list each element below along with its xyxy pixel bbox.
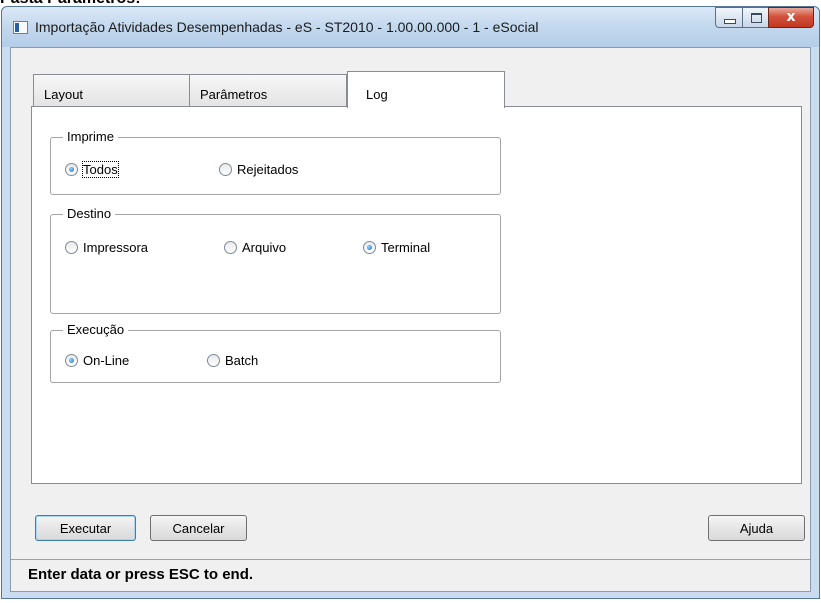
window-title: Importação Atividades Desempenhadas - eS… [35, 19, 539, 35]
dialog-window: Importação Atividades Desempenhadas - eS… [1, 6, 820, 599]
tab-log[interactable]: Log [347, 71, 505, 108]
status-message: Enter data or press ESC to end. [28, 566, 254, 583]
radio-selected-icon [65, 163, 78, 176]
radio-unselected-icon [224, 241, 237, 254]
radio-selected-icon [363, 241, 376, 254]
execucao-group-label: Execução [63, 322, 129, 337]
radio-terminal[interactable]: Terminal [363, 240, 430, 255]
radio-todos[interactable]: Todos [65, 161, 119, 178]
radio-impressora[interactable]: Impressora [65, 240, 148, 255]
radio-batch[interactable]: Batch [207, 353, 258, 368]
radio-online[interactable]: On-Line [65, 353, 129, 368]
execucao-group: Execução On-Line Batch [50, 322, 501, 383]
radio-unselected-icon [207, 354, 220, 367]
dialog-client-area: Layout Parâmetros Log Imprime Todos Reje… [10, 47, 811, 592]
close-button[interactable]: x [768, 7, 814, 28]
radio-rejeitados[interactable]: Rejeitados [219, 162, 298, 177]
destino-group: Destino Impressora Arquivo Terminal [50, 206, 501, 314]
radio-arquivo-label: Arquivo [242, 240, 287, 255]
ajuda-button[interactable]: Ajuda [708, 515, 805, 541]
imprime-group: Imprime Todos Rejeitados [50, 129, 501, 195]
minimize-button[interactable] [715, 7, 742, 28]
imprime-group-label: Imprime [63, 129, 118, 144]
radio-todos-label: Todos [82, 161, 119, 178]
minimize-icon [724, 19, 736, 24]
radio-selected-icon [65, 354, 78, 367]
window-controls: x [715, 7, 814, 29]
radio-batch-label: Batch [225, 353, 259, 368]
cancelar-button[interactable]: Cancelar [150, 515, 247, 541]
executar-button[interactable]: Executar [35, 515, 136, 541]
maximize-button[interactable] [742, 7, 768, 28]
radio-terminal-label: Terminal [381, 240, 431, 255]
maximize-icon [751, 13, 762, 23]
title-bar[interactable]: Importação Atividades Desempenhadas - eS… [2, 7, 819, 47]
radio-impressora-label: Impressora [83, 240, 149, 255]
radio-unselected-icon [219, 163, 232, 176]
status-bar: Enter data or press ESC to end. [11, 559, 810, 591]
radio-unselected-icon [65, 241, 78, 254]
tab-parametros[interactable]: Parâmetros [190, 74, 347, 107]
app-window-icon [13, 21, 28, 34]
close-icon: x [786, 9, 796, 25]
tab-layout[interactable]: Layout [33, 74, 190, 107]
tab-strip: Layout Parâmetros Log [33, 71, 505, 108]
radio-rejeitados-label: Rejeitados [237, 162, 299, 177]
destino-group-label: Destino [63, 206, 116, 221]
log-tab-panel: Imprime Todos Rejeitados Destino Impress… [31, 106, 802, 484]
radio-arquivo[interactable]: Arquivo [224, 240, 286, 255]
radio-online-label: On-Line [83, 353, 130, 368]
